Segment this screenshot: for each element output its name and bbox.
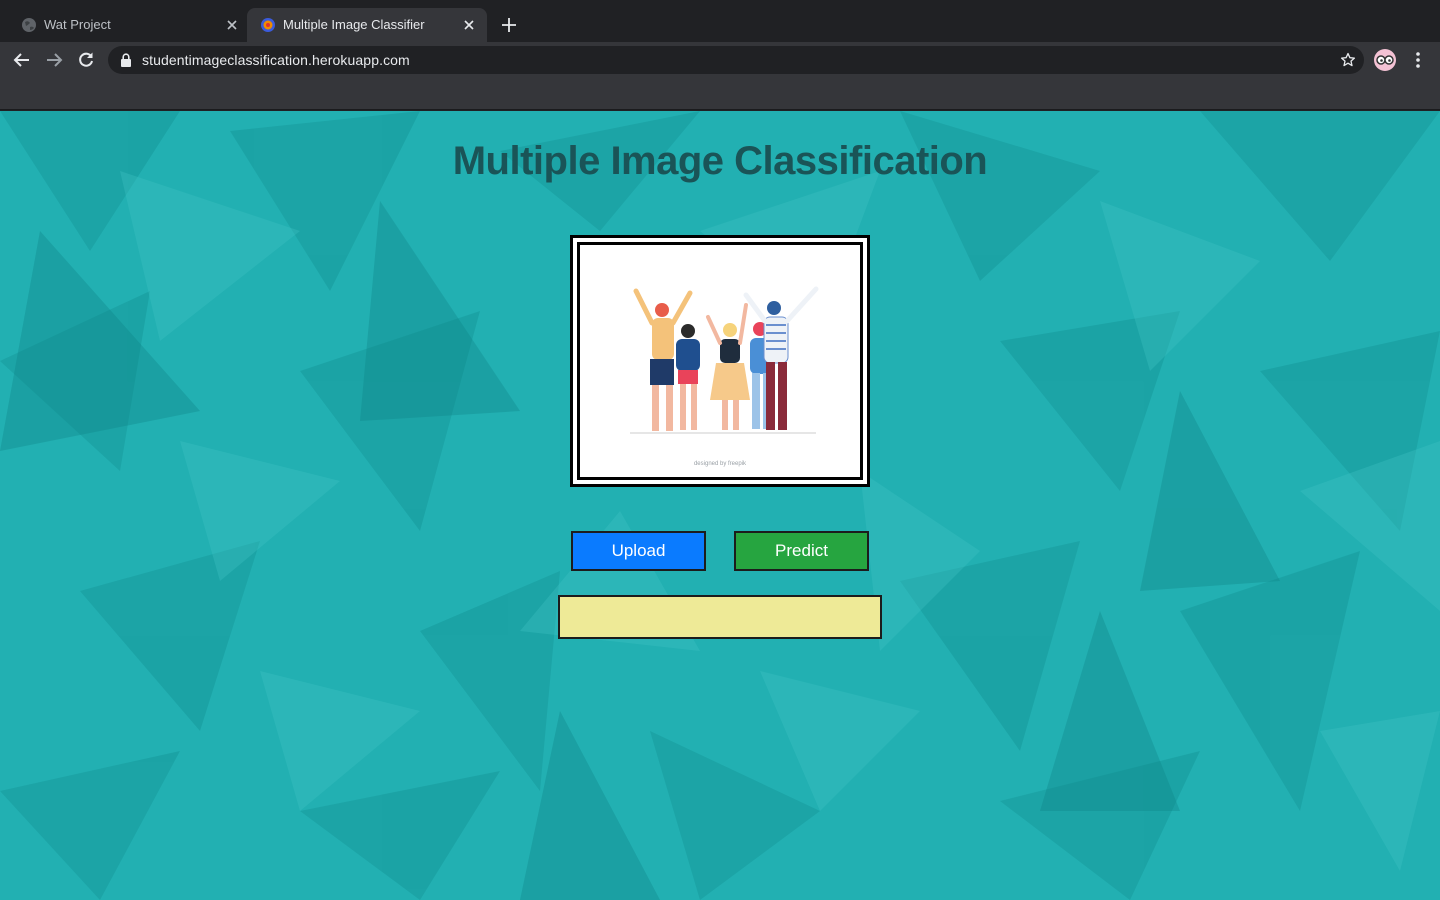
reload-icon[interactable]: [76, 50, 96, 70]
tab-title: Multiple Image Classifier: [283, 17, 425, 32]
tab-title: Wat Project: [44, 17, 111, 32]
close-icon[interactable]: [461, 17, 477, 33]
new-tab-icon[interactable]: [499, 15, 519, 35]
page-title: Multiple Image Classification: [452, 139, 988, 183]
predict-button[interactable]: Predict: [734, 531, 869, 571]
address-bar[interactable]: studentimageclassification.herokuapp.com: [108, 46, 1364, 74]
browser-toolbar: studentimageclassification.herokuapp.com: [0, 42, 1440, 78]
tab-wat-project[interactable]: Wat Project: [8, 8, 246, 42]
back-arrow-icon[interactable]: [12, 50, 32, 70]
lock-icon: [121, 53, 131, 67]
more-menu-icon[interactable]: [1410, 50, 1426, 70]
tab-strip: Wat Project Multiple Image Classifier: [0, 0, 1440, 42]
image-preview-frame: designed by freepik: [570, 235, 870, 487]
profile-avatar[interactable]: [1374, 49, 1396, 71]
tab-multiple-image-classifier[interactable]: Multiple Image Classifier: [247, 8, 487, 42]
image-credit: designed by freepik: [693, 461, 747, 467]
prediction-result-box: [558, 595, 882, 639]
glasses-icon: [1376, 55, 1394, 65]
upload-button[interactable]: Upload: [571, 531, 706, 571]
group-illustration: [630, 286, 819, 434]
bookmarks-bar: [0, 78, 1440, 110]
close-icon[interactable]: [224, 17, 240, 33]
globe-icon: [22, 18, 36, 32]
polygon-background: [0, 111, 1440, 900]
url-text: studentimageclassification.herokuapp.com: [142, 52, 410, 68]
bookmark-star-icon[interactable]: [1340, 52, 1356, 68]
preview-image: designed by freepik: [577, 242, 863, 480]
page-content: Multiple Image Classification designed b…: [0, 111, 1440, 900]
forward-arrow-icon[interactable]: [44, 50, 64, 70]
site-logo-icon: [261, 18, 275, 32]
